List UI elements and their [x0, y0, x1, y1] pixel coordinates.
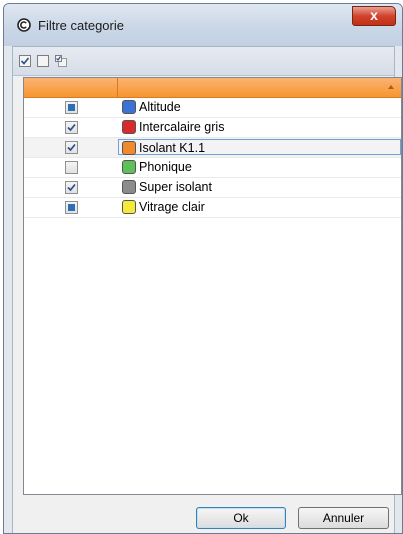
category-label: Altitude	[139, 100, 181, 114]
category-label: Vitrage clair	[139, 200, 205, 214]
invert-selection-icon[interactable]	[55, 55, 67, 67]
category-cell[interactable]: Vitrage clair	[118, 198, 401, 216]
grid-rows: Altitude Intercalaire gris Isolant K1.1 Pho…	[24, 98, 401, 218]
check-all-icon[interactable]	[19, 55, 31, 67]
category-grid: Altitude Intercalaire gris Isolant K1.1 Pho…	[23, 77, 402, 495]
row-checkbox[interactable]	[65, 121, 78, 134]
color-swatch	[122, 180, 136, 194]
table-row[interactable]: Isolant K1.1	[24, 138, 401, 158]
ok-button[interactable]: Ok	[196, 507, 286, 529]
row-checkbox[interactable]	[65, 201, 78, 214]
color-swatch	[122, 120, 136, 134]
filter-dialog: Filtre categorie x Altitude Intercalaire…	[3, 3, 403, 534]
uncheck-all-icon[interactable]	[37, 55, 49, 67]
title-bar[interactable]: Filtre categorie x	[4, 4, 402, 46]
category-cell[interactable]: Super isolant	[118, 178, 401, 196]
toolbar	[13, 47, 394, 76]
row-checkbox[interactable]	[65, 141, 78, 154]
grid-header[interactable]	[24, 78, 401, 98]
column-divider[interactable]	[117, 78, 118, 97]
category-label: Intercalaire gris	[139, 120, 225, 134]
table-row[interactable]: Intercalaire gris	[24, 118, 401, 138]
row-checkbox[interactable]	[65, 101, 78, 114]
color-swatch	[122, 200, 136, 214]
category-cell[interactable]: Isolant K1.1	[118, 139, 401, 155]
row-checkbox[interactable]	[65, 181, 78, 194]
row-checkbox[interactable]	[65, 161, 78, 174]
close-icon: x	[370, 7, 378, 23]
sort-ascending-icon	[388, 85, 394, 89]
cancel-button[interactable]: Annuler	[298, 507, 389, 529]
category-cell[interactable]: Altitude	[118, 98, 401, 116]
category-label: Isolant K1.1	[139, 141, 206, 155]
table-row[interactable]: Altitude	[24, 98, 401, 118]
app-icon	[17, 18, 31, 32]
color-swatch	[122, 100, 136, 114]
table-row[interactable]: Super isolant	[24, 178, 401, 198]
window-title: Filtre categorie	[38, 18, 124, 33]
category-label: Super isolant	[139, 180, 212, 194]
category-label: Phonique	[139, 160, 192, 174]
color-swatch	[122, 160, 136, 174]
category-cell[interactable]: Intercalaire gris	[118, 118, 401, 136]
table-row[interactable]: Vitrage clair	[24, 198, 401, 218]
color-swatch	[122, 141, 136, 155]
close-button[interactable]: x	[352, 6, 396, 26]
category-cell[interactable]: Phonique	[118, 158, 401, 176]
table-row[interactable]: Phonique	[24, 158, 401, 178]
content-area: Altitude Intercalaire gris Isolant K1.1 Pho…	[12, 46, 402, 533]
